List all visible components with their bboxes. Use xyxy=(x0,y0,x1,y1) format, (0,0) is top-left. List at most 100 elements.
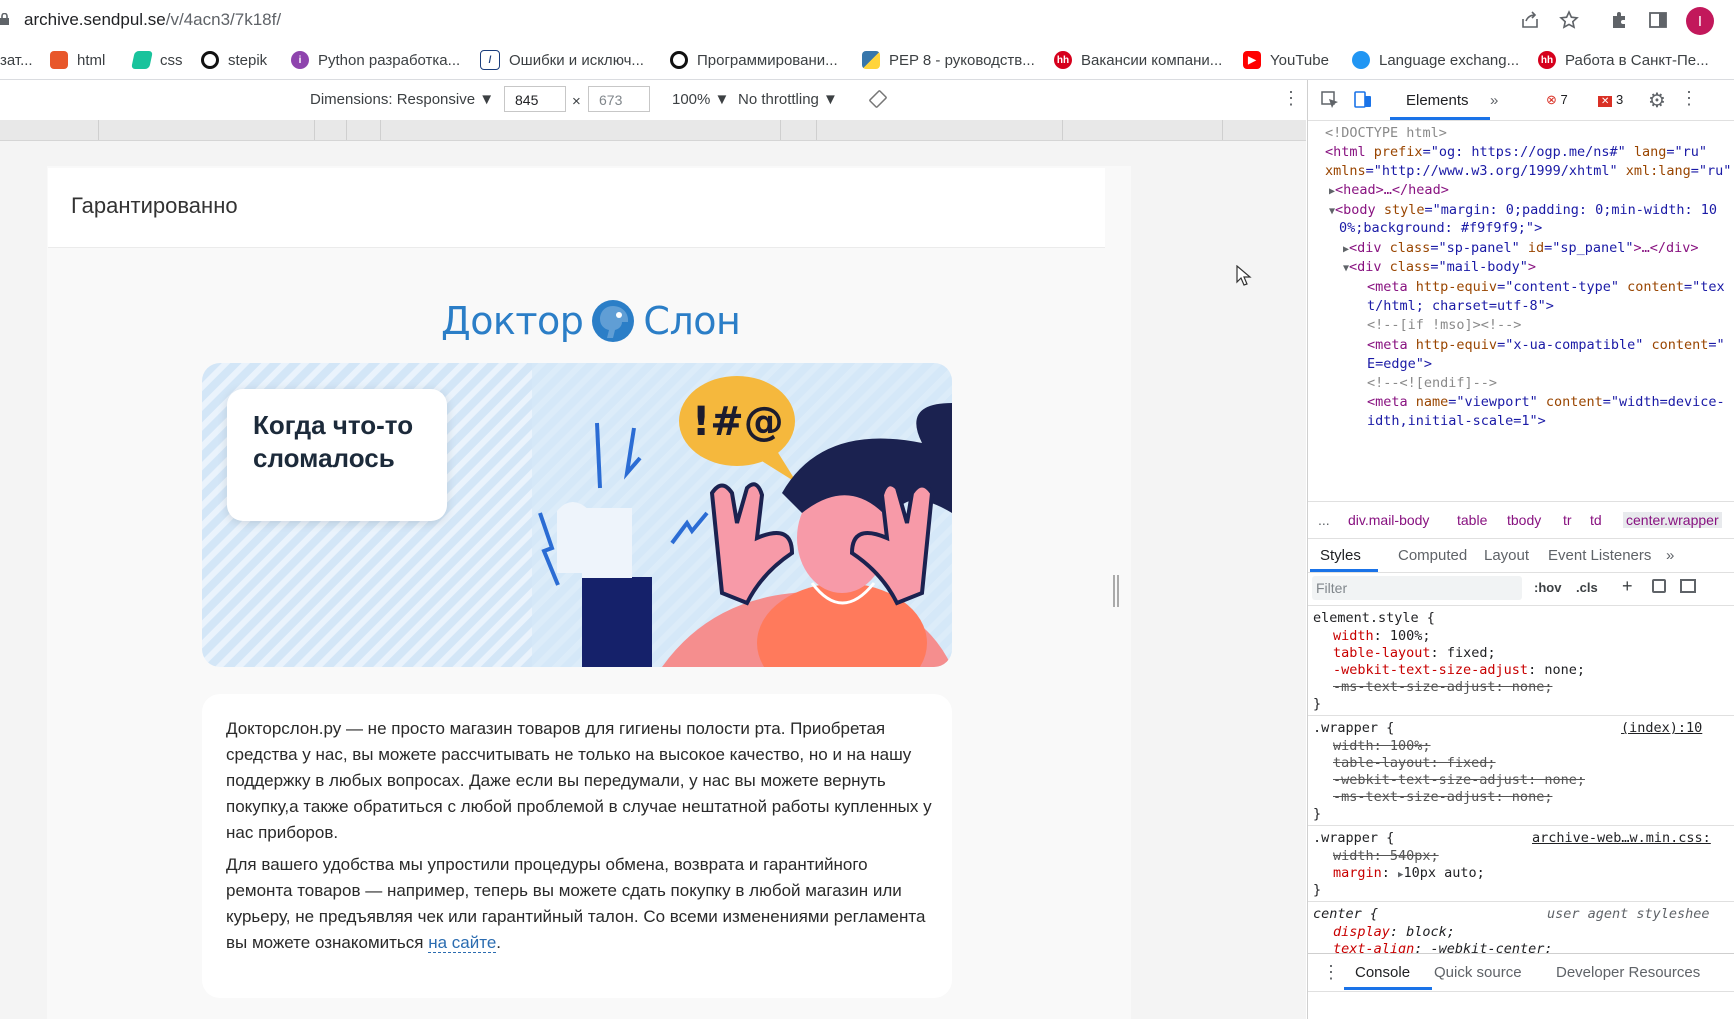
rule-declaration[interactable]: display: block; xyxy=(1333,924,1455,940)
rule-declaration-overridden[interactable]: -ms-text-size-adjust: none; xyxy=(1333,789,1552,805)
bookmark-item[interactable]: html xyxy=(50,50,105,70)
dom-tree[interactable]: <!DOCTYPE html> <html prefix="og: https:… xyxy=(1308,121,1734,501)
rule-declaration[interactable]: table-layout: fixed; xyxy=(1333,645,1496,661)
bookmark-item[interactable]: Language exchang... xyxy=(1352,50,1519,70)
dom-line[interactable]: 0%;background: #f9f9f9;"> xyxy=(1339,220,1542,236)
breadcrumb-item[interactable]: div.mail-body xyxy=(1348,512,1429,528)
url-path: /v/4acn3/7k18f/ xyxy=(165,10,282,29)
breadcrumb-item[interactable]: tr xyxy=(1563,512,1572,528)
tab-layout[interactable]: Layout xyxy=(1484,547,1529,564)
rule-selector[interactable]: center { xyxy=(1313,906,1378,922)
viewport-resize-handle[interactable] xyxy=(1113,575,1119,607)
doctor-slon-logo[interactable]: Доктор Слон xyxy=(441,298,741,344)
dom-line[interactable]: idth,initial-scale=1"> xyxy=(1367,413,1546,429)
dom-line[interactable]: <!DOCTYPE html> xyxy=(1325,125,1447,141)
bookmark-label: Программировани... xyxy=(697,51,838,69)
breadcrumb-item[interactable]: table xyxy=(1457,512,1487,528)
breadcrumb-item[interactable]: ... xyxy=(1318,512,1330,528)
height-input[interactable]: 673 xyxy=(588,86,650,112)
rule-declaration-overridden[interactable]: -webkit-text-size-adjust: none; xyxy=(1333,772,1585,788)
profile-avatar[interactable]: I xyxy=(1686,7,1714,35)
drawer-menu-icon[interactable]: ⋮ xyxy=(1322,962,1340,983)
dom-line[interactable]: <meta name="viewport" content="width=dev… xyxy=(1367,394,1725,410)
width-input[interactable]: 845 xyxy=(504,86,566,112)
rule-declaration-overridden[interactable]: -ms-text-size-adjust: none; xyxy=(1333,679,1552,695)
sidebar-toggle-icon[interactable] xyxy=(1680,579,1696,593)
inspect-element-icon[interactable] xyxy=(1321,91,1339,109)
rule-source-link[interactable]: archive-web…w.min.css: xyxy=(1532,830,1711,846)
breadcrumb-item[interactable]: tbody xyxy=(1507,512,1541,528)
settings-gear-icon[interactable]: ⚙ xyxy=(1648,88,1666,113)
rotate-icon[interactable] xyxy=(868,89,888,113)
rule-source-link[interactable]: (index):10 xyxy=(1621,720,1702,736)
dom-line[interactable]: E=edge"> xyxy=(1367,356,1432,372)
device-toggle-icon[interactable] xyxy=(1353,89,1373,109)
rule-declaration-overridden[interactable]: table-layout: fixed; xyxy=(1333,755,1496,771)
dom-line[interactable]: ▶<head>…</head> xyxy=(1329,182,1449,198)
tab-elements[interactable]: Elements xyxy=(1406,92,1469,109)
warning-count[interactable]: ✕ 3 xyxy=(1598,92,1623,107)
more-vertical-icon[interactable]: ⋮ xyxy=(1282,88,1300,109)
bookmark-item[interactable]: / Ошибки и исключ... xyxy=(480,50,644,70)
tab-developer-resources[interactable]: Developer Resources xyxy=(1556,964,1700,981)
add-rule-icon[interactable]: + xyxy=(1622,576,1633,597)
media-query-ruler[interactable] xyxy=(0,120,1306,141)
dimensions-dropdown[interactable]: Dimensions: Responsive ▼ xyxy=(310,91,494,108)
dom-tag: <div xyxy=(1349,259,1390,275)
bookmark-item[interactable]: Программировани... xyxy=(670,50,838,70)
dom-line[interactable]: <!--[if !mso]><!--> xyxy=(1367,317,1521,333)
bookmark-item[interactable]: hh Вакансии компани... xyxy=(1054,50,1222,70)
side-panel-icon[interactable] xyxy=(1646,8,1670,32)
extensions-icon[interactable] xyxy=(1607,8,1631,32)
paint-icon[interactable] xyxy=(1652,579,1666,593)
dom-line[interactable]: ▶<div class="sp-panel" id="sp_panel">…</… xyxy=(1343,240,1699,256)
dom-line[interactable]: t/html; charset=utf-8"> xyxy=(1367,298,1554,314)
filter-input[interactable]: Filter xyxy=(1312,576,1522,600)
throttling-dropdown[interactable]: No throttling ▼ xyxy=(738,91,838,108)
address-bar[interactable]: archive.sendpul.se/v/4acn3/7k18f/ I xyxy=(0,0,1734,41)
caret-down-icon: ▼ xyxy=(823,91,838,108)
bookmark-item[interactable]: ▶ YouTube xyxy=(1243,50,1329,70)
cls-toggle[interactable]: .cls xyxy=(1576,580,1598,595)
rule-selector[interactable]: .wrapper { xyxy=(1313,830,1394,846)
dom-value: ="content-type" xyxy=(1497,279,1628,295)
rule-declaration-overridden[interactable]: width: 100%; xyxy=(1333,738,1431,754)
url-text[interactable]: archive.sendpul.se/v/4acn3/7k18f/ xyxy=(24,10,281,30)
dom-line[interactable]: xmlns="http://www.w3.org/1999/xhtml" xml… xyxy=(1325,163,1731,179)
bookmark-item[interactable]: i Python разработка... xyxy=(291,50,460,70)
zoom-dropdown[interactable]: 100% ▼ xyxy=(672,91,729,108)
style-rules[interactable]: element.style { width: 100%; table-layou… xyxy=(1308,606,1734,986)
dom-line[interactable]: ▼<body style="margin: 0;padding: 0;min-w… xyxy=(1329,202,1717,218)
rule-declaration[interactable]: -webkit-text-size-adjust: none; xyxy=(1333,662,1585,678)
rule-declaration-overridden[interactable]: width: 540px; xyxy=(1333,848,1439,864)
more-tabs-icon[interactable]: » xyxy=(1490,92,1498,109)
tab-console[interactable]: Console xyxy=(1355,964,1410,981)
star-icon[interactable] xyxy=(1557,8,1581,32)
bookmark-item[interactable]: css xyxy=(131,50,183,70)
error-count[interactable]: ⊗ 7 xyxy=(1546,92,1568,108)
dom-line[interactable]: <html prefix="og: https://ogp.me/ns#" la… xyxy=(1325,144,1707,160)
breadcrumb-item[interactable]: center.wrapper xyxy=(1623,512,1722,528)
tab-computed[interactable]: Computed xyxy=(1398,547,1467,564)
rule-selector[interactable]: .wrapper { xyxy=(1313,720,1394,736)
rule-declaration[interactable]: width: 100%; xyxy=(1333,628,1431,644)
hov-toggle[interactable]: :hov xyxy=(1534,580,1561,595)
tab-event-listeners[interactable]: Event Listeners xyxy=(1548,547,1651,564)
dom-line[interactable]: <meta http-equiv="content-type" content=… xyxy=(1367,279,1725,295)
more-tabs-icon[interactable]: » xyxy=(1666,547,1674,564)
dom-line[interactable]: <meta http-equiv="x-ua-compatible" conte… xyxy=(1367,337,1725,353)
share-icon[interactable] xyxy=(1518,8,1542,32)
dom-line[interactable]: ▼<div class="mail-body"> xyxy=(1343,259,1536,275)
tab-quick-source[interactable]: Quick source xyxy=(1434,964,1522,981)
bookmark-item[interactable]: hh Работа в Санкт-Пе... xyxy=(1538,50,1709,70)
bookmark-item[interactable]: PEP 8 - руководств... xyxy=(862,50,1035,70)
dom-line[interactable]: <!--<![endif]--> xyxy=(1367,375,1497,391)
bookmark-item[interactable]: stepik xyxy=(201,50,267,70)
rule-declaration[interactable]: margin: ▶10px auto; xyxy=(1333,865,1485,881)
rule-selector[interactable]: element.style { xyxy=(1313,610,1435,626)
breadcrumb-item[interactable]: td xyxy=(1590,512,1602,528)
site-link[interactable]: на сайте xyxy=(428,933,497,953)
bookmark-item[interactable]: зат... xyxy=(0,50,33,70)
more-vertical-icon[interactable]: ⋮ xyxy=(1680,88,1698,109)
tab-styles[interactable]: Styles xyxy=(1320,547,1361,564)
